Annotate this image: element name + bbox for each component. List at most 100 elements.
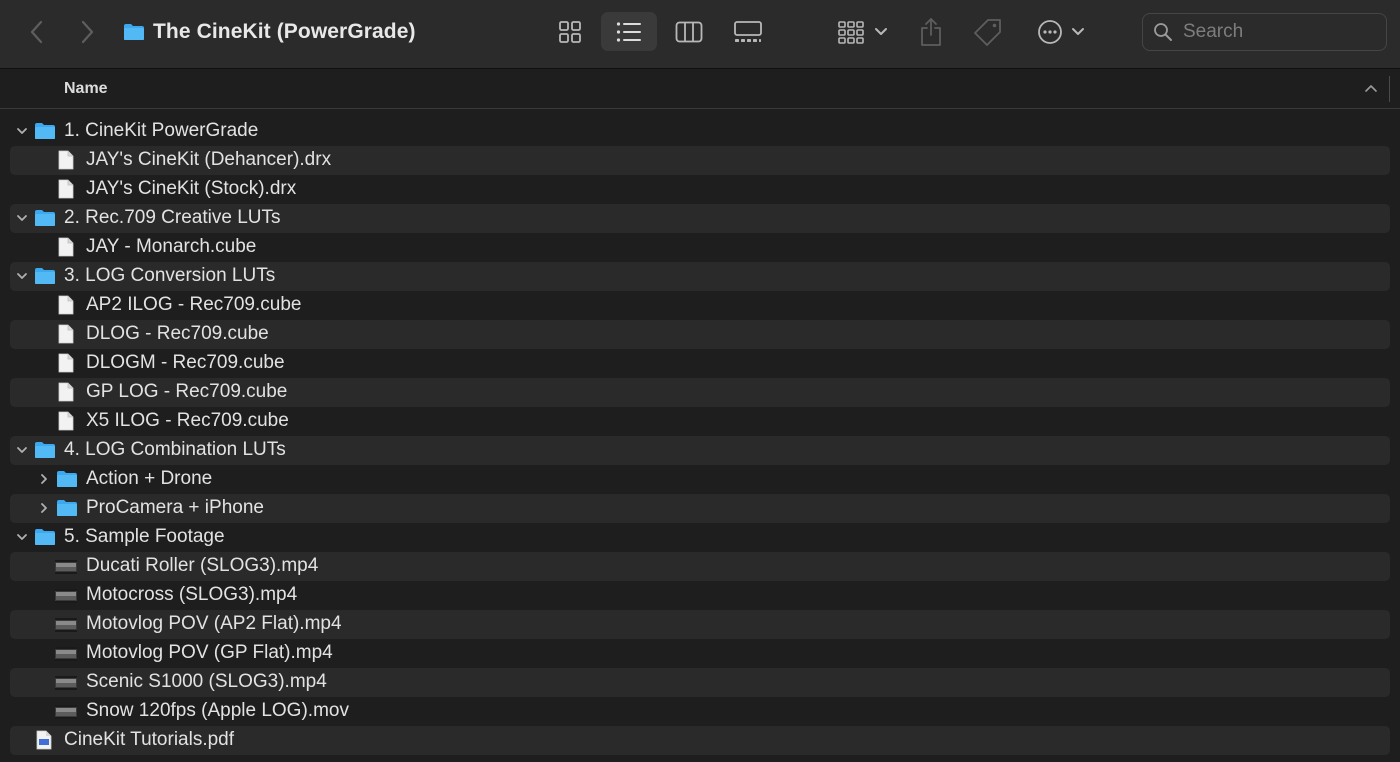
grid-icon xyxy=(559,20,581,43)
folder-row[interactable]: 4. LOG Combination LUTs xyxy=(10,436,1390,465)
disclosure-expanded-icon[interactable] xyxy=(16,125,28,137)
chevron-down-icon xyxy=(1072,27,1084,35)
document-icon xyxy=(58,150,74,170)
list-view-button[interactable] xyxy=(601,12,657,51)
sort-ascending-icon xyxy=(1365,85,1377,92)
file-row[interactable]: DLOG - Rec709.cube xyxy=(10,320,1390,349)
item-name: JAY - Monarch.cube xyxy=(86,236,257,257)
column-divider[interactable] xyxy=(1389,76,1390,102)
disclosure-expanded-icon[interactable] xyxy=(16,444,28,456)
item-name: JAY's CineKit (Stock).drx xyxy=(86,178,297,199)
video-thumbnail-icon xyxy=(55,560,77,574)
item-name: 4. LOG Combination LUTs xyxy=(64,439,286,460)
item-name: DLOG - Rec709.cube xyxy=(86,323,269,344)
folder-icon xyxy=(57,500,77,516)
file-row[interactable]: JAY's CineKit (Dehancer).drx xyxy=(10,146,1390,175)
column-view-button[interactable] xyxy=(661,12,717,51)
folder-icon xyxy=(35,210,55,226)
document-icon xyxy=(58,382,74,402)
file-row[interactable]: Ducati Roller (SLOG3).mp4 xyxy=(10,552,1390,581)
item-name: Motovlog POV (AP2 Flat).mp4 xyxy=(86,613,342,634)
folder-row[interactable]: 2. Rec.709 Creative LUTs xyxy=(10,204,1390,233)
search-field[interactable] xyxy=(1142,13,1387,51)
item-name: Ducati Roller (SLOG3).mp4 xyxy=(86,555,319,576)
share-icon xyxy=(921,17,941,46)
share-button[interactable] xyxy=(912,12,950,51)
folder-row[interactable]: 3. LOG Conversion LUTs xyxy=(10,262,1390,291)
file-row[interactable]: Motocross (SLOG3).mp4 xyxy=(10,581,1390,610)
video-thumbnail-icon xyxy=(55,676,77,690)
list-icon xyxy=(616,21,641,42)
file-row[interactable]: Motovlog POV (GP Flat).mp4 xyxy=(10,639,1390,668)
item-name: JAY's CineKit (Dehancer).drx xyxy=(86,149,332,170)
group-grid-icon xyxy=(838,20,864,44)
video-thumbnail-icon xyxy=(55,647,77,661)
folder-icon xyxy=(35,529,55,545)
disclosure-expanded-icon[interactable] xyxy=(16,531,28,543)
file-list: 1. CineKit PowerGrade JAY's CineKit (Deha… xyxy=(0,117,1400,755)
column-header[interactable]: Name xyxy=(0,70,1400,109)
disclosure-expanded-icon[interactable] xyxy=(16,270,28,282)
chevron-right-icon xyxy=(81,20,94,44)
file-row[interactable]: X5 ILOG - Rec709.cube xyxy=(10,407,1390,436)
chevron-down-icon xyxy=(875,27,887,35)
tag-button[interactable] xyxy=(968,12,1008,51)
folder-row[interactable]: 5. Sample Footage xyxy=(10,523,1390,552)
document-icon xyxy=(58,411,74,431)
gallery-view-button[interactable] xyxy=(720,12,776,51)
finder-window: The CineKit (PowerGrade) Search Name 1. … xyxy=(0,0,1400,762)
file-row[interactable]: CineKit Tutorials.pdf xyxy=(10,726,1390,755)
item-name: CineKit Tutorials.pdf xyxy=(64,729,235,750)
search-input[interactable] xyxy=(1181,20,1375,44)
folder-row[interactable]: ProCamera + iPhone xyxy=(10,494,1390,523)
item-name: Motovlog POV (GP Flat).mp4 xyxy=(86,642,333,663)
file-row[interactable]: Scenic S1000 (SLOG3).mp4 xyxy=(10,668,1390,697)
document-icon xyxy=(58,295,74,315)
document-icon xyxy=(58,353,74,373)
item-name: Snow 120fps (Apple LOG).mov xyxy=(86,700,349,721)
folder-icon xyxy=(57,471,77,487)
columns-icon xyxy=(675,21,703,42)
folder-row[interactable]: 1. CineKit PowerGrade xyxy=(10,117,1390,146)
folder-icon xyxy=(124,24,144,40)
item-name: X5 ILOG - Rec709.cube xyxy=(86,410,289,431)
back-button[interactable] xyxy=(22,16,52,48)
file-row[interactable]: DLOGM - Rec709.cube xyxy=(10,349,1390,378)
item-name: ProCamera + iPhone xyxy=(86,497,264,518)
disclosure-collapsed-icon[interactable] xyxy=(38,473,50,485)
file-row[interactable]: JAY's CineKit (Stock).drx xyxy=(10,175,1390,204)
folder-icon xyxy=(35,268,55,284)
file-row[interactable]: Motovlog POV (AP2 Flat).mp4 xyxy=(10,610,1390,639)
document-icon xyxy=(58,179,74,199)
video-thumbnail-icon xyxy=(55,589,77,603)
file-row[interactable]: JAY - Monarch.cube xyxy=(10,233,1390,262)
item-name: AP2 ILOG - Rec709.cube xyxy=(86,294,302,315)
video-thumbnail-icon xyxy=(55,618,77,632)
item-name: Motocross (SLOG3).mp4 xyxy=(86,584,298,605)
file-row[interactable]: GP LOG - Rec709.cube xyxy=(10,378,1390,407)
video-thumbnail-icon xyxy=(55,705,77,719)
toolbar: The CineKit (PowerGrade) xyxy=(0,0,1400,69)
item-name: Scenic S1000 (SLOG3).mp4 xyxy=(86,671,327,692)
window-title-text: The CineKit (PowerGrade) xyxy=(153,20,416,43)
icon-view-button[interactable] xyxy=(542,12,598,51)
forward-button[interactable] xyxy=(72,16,102,48)
disclosure-collapsed-icon[interactable] xyxy=(38,502,50,514)
group-by-button[interactable] xyxy=(834,12,892,51)
item-name: 1. CineKit PowerGrade xyxy=(64,120,259,141)
item-name: Action + Drone xyxy=(86,468,213,489)
folder-icon xyxy=(35,123,55,139)
disclosure-expanded-icon[interactable] xyxy=(16,212,28,224)
folder-icon xyxy=(35,442,55,458)
name-column-header[interactable]: Name xyxy=(64,80,108,98)
item-name: 3. LOG Conversion LUTs xyxy=(64,265,276,286)
file-row[interactable]: Snow 120fps (Apple LOG).mov xyxy=(10,697,1390,726)
pdf-icon xyxy=(36,730,52,750)
document-icon xyxy=(58,237,74,257)
more-actions-button[interactable] xyxy=(1032,12,1090,51)
chevron-left-icon xyxy=(30,20,43,44)
item-name: 2. Rec.709 Creative LUTs xyxy=(64,207,281,228)
tag-icon xyxy=(974,18,1001,46)
file-row[interactable]: AP2 ILOG - Rec709.cube xyxy=(10,291,1390,320)
folder-row[interactable]: Action + Drone xyxy=(10,465,1390,494)
